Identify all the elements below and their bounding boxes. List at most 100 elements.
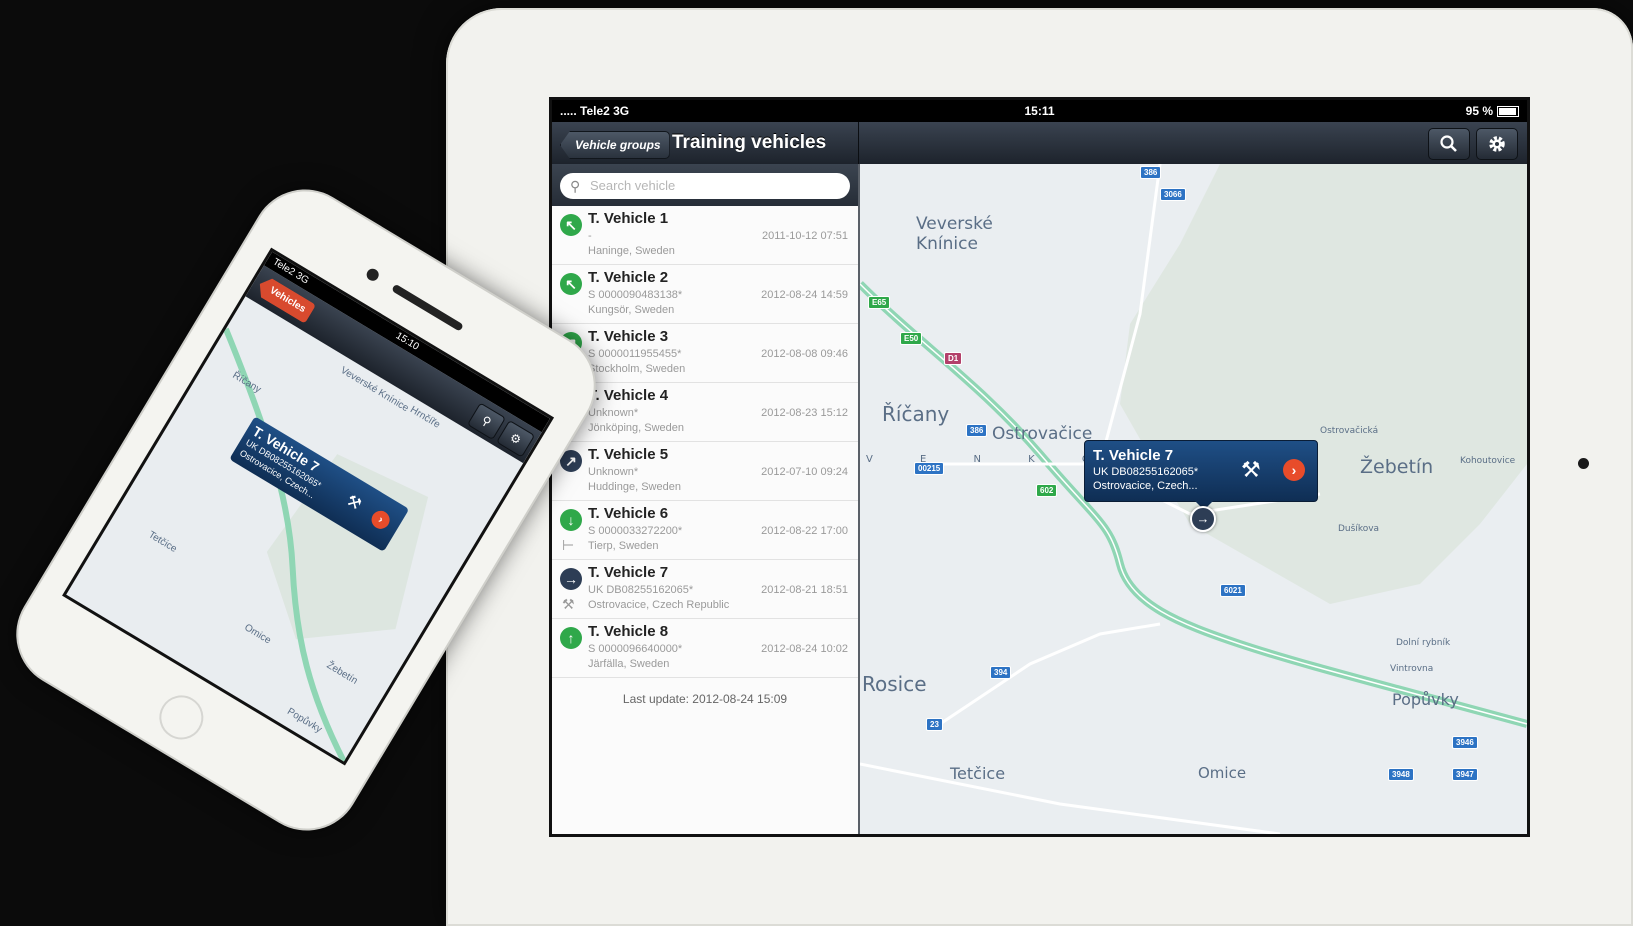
road-shield: 386 [1140,166,1162,179]
vehicle-timestamp: 2012-08-22 17:00 [761,525,848,537]
ipad-screen: ..... Tele2 3G 15:11 95 % Vehicle groups… [552,100,1527,834]
map-place-label: Žebetín [1360,456,1434,478]
vehicle-row[interactable]: → T. Vehicle 7 UK DB08255162065* 2012-08-21… [552,560,858,619]
road-shield: 394 [990,666,1012,679]
vehicle-row[interactable]: ↖ T. Vehicle 2 S 0000090483138* 2012-08-24 … [552,265,858,324]
vehicle-registration: UK DB08255162065* [588,584,694,596]
road-shield: 6021 [1220,584,1246,597]
vehicle-location: Kungsör, Sweden [588,304,675,316]
vehicle-location: Haninge, Sweden [588,245,675,257]
map-place-label: Říčany [882,402,950,426]
map-place-label: Tetčice [950,764,1006,783]
road-shield: 3947 [1452,768,1478,781]
vehicle-location: Tierp, Sweden [588,540,659,552]
status-bar: ..... Tele2 3G 15:11 95 % [552,100,1527,122]
settings-button[interactable] [1476,128,1518,160]
vehicle-list: ↖ T. Vehicle 1 - 2011-10-12 07:51 Haninge, S… [552,206,858,678]
road-shield: 00215 [914,462,945,475]
vehicle-registration: S 0000033272200* [588,525,683,537]
vehicle-status-icon: ↓ [560,509,582,531]
vehicle-list-panel: ⚲ Search vehicle ↖ T. Vehicle 1 - 2011-10-1… [552,164,860,834]
search-icon [1440,135,1457,152]
status-time: 15:11 [1024,104,1055,118]
callout-location: Ostrovacice, Czech... [1093,480,1198,492]
battery-indicator: 95 % [1466,104,1519,118]
vehicle-name: T. Vehicle 6 [588,505,669,522]
vehicle-timestamp: 2012-08-24 10:02 [761,643,848,655]
map-place-label: Kohoutovice [1460,456,1516,466]
map-place-label: Veverské Knínice [916,214,993,254]
battery-icon [1497,105,1519,117]
road-shield: E65 [868,296,891,309]
battery-percent: 95 % [1465,104,1493,118]
search-input[interactable]: ⚲ Search vehicle [560,173,850,199]
vehicle-timestamp: 2011-10-12 07:51 [761,230,848,242]
map-place-label: Vintrovna [1390,664,1434,674]
map-place-label: Ostrovačice [992,424,1093,444]
vehicle-name: T. Vehicle 2 [588,269,669,286]
vehicle-name: T. Vehicle 1 [588,210,669,227]
vehicle-registration: Unknown* [588,466,639,478]
map-place-label: Dolní rybník [1396,638,1451,648]
road-shield: E50 [900,332,923,345]
vehicle-timestamp: 2012-07-10 09:24 [761,466,848,478]
vehicle-row[interactable]: ↖ T. Vehicle 1 - 2011-10-12 07:51 Haninge, S… [552,206,858,265]
vehicle-row[interactable]: ↑ T. Vehicle 8 S 0000096640000* 2012-08-24 … [552,619,858,678]
search-field-icon: ⚲ [570,178,581,194]
vehicle-location: Järfälla, Sweden [588,658,670,670]
vehicle-location: Huddinge, Sweden [588,481,681,493]
map-place-label: Omice [1198,764,1247,782]
callout-registration: UK DB08255162065* [1093,466,1199,478]
vehicle-timestamp: 2012-08-08 09:46 [761,348,848,360]
vehicle-row[interactable]: ↗ T. Vehicle 5 Unknown* 2012-07-10 09:24 Hud… [552,442,858,501]
road-shield: 23 [926,718,943,731]
road-shield: 3948 [1388,768,1414,781]
road-shield: 3066 [1160,188,1186,201]
search-bar: ⚲ Search vehicle [552,164,858,206]
map-place-label: Dušíkova [1338,524,1380,534]
road-shield: 602 [1036,484,1058,497]
road-shield: D1 [944,352,963,365]
map-view[interactable]: Veverské Knínice Říčany Ostrovačice Žebetín… [860,164,1527,834]
map-place-label: Ostrovačická [1320,426,1379,436]
vehicle-name: T. Vehicle 3 [588,328,669,345]
gear-icon [1489,136,1505,152]
gear-icon: ⚙ [507,430,524,448]
vehicle-callout[interactable]: T. Vehicle 7 UK DB08255162065* Ostrovaci… [1084,440,1318,510]
tools-icon: ⚒ [562,596,575,612]
vehicle-registration: - [588,230,592,242]
vehicle-row[interactable]: ↓ T. Vehicle 6 S 0000033272200* 2012-08-22 … [552,501,858,560]
last-update-label: Last update: 2012-08-24 15:09 [622,692,788,706]
trailer-icon: ⊢ [562,537,575,553]
road-shield: 3946 [1452,736,1478,749]
vehicle-groups-back-button[interactable]: Vehicle groups [560,131,670,159]
vehicle-name: T. Vehicle 5 [588,446,669,463]
vehicle-timestamp: 2012-08-24 14:59 [761,289,848,301]
vehicle-location: Jönköping, Sweden [588,422,685,434]
vehicle-timestamp: 2012-08-23 15:12 [761,407,848,419]
vehicle-registration: S 0000090483138* [588,289,683,301]
forest-area [1120,164,1527,604]
ipad-camera [1578,458,1589,469]
page-title: Training vehicles [672,132,827,153]
vehicle-name: T. Vehicle 7 [588,564,669,581]
map-place-label: Rosice [862,672,927,696]
vehicle-status-icon: ↖ [560,214,582,236]
vehicle-name: T. Vehicle 8 [588,623,669,640]
vehicle-status-icon: ↗ [560,450,582,472]
road-23 [939,622,1161,726]
iphone-callout-detail-button[interactable]: › [368,507,393,533]
vehicle-status-icon: ↑ [560,627,582,649]
callout-detail-button[interactable]: › [1283,459,1305,481]
vehicle-marker[interactable]: → [1190,506,1216,532]
vehicle-registration: Unknown* [588,407,639,419]
navigation-bar: Vehicle groups Training vehicles [552,122,1527,165]
tools-icon: ⚒ [343,492,365,514]
vehicle-timestamp: 2012-08-21 18:51 [761,584,848,596]
vehicle-registration: S 0000011955455* [588,348,682,360]
search-icon: ⚲ [479,413,494,430]
vehicle-location: Ostrovacice, Czech Republic [588,599,730,611]
search-button[interactable] [1428,128,1470,160]
road-shield: 386 [966,424,988,437]
callout-title: T. Vehicle 7 [1093,447,1174,464]
